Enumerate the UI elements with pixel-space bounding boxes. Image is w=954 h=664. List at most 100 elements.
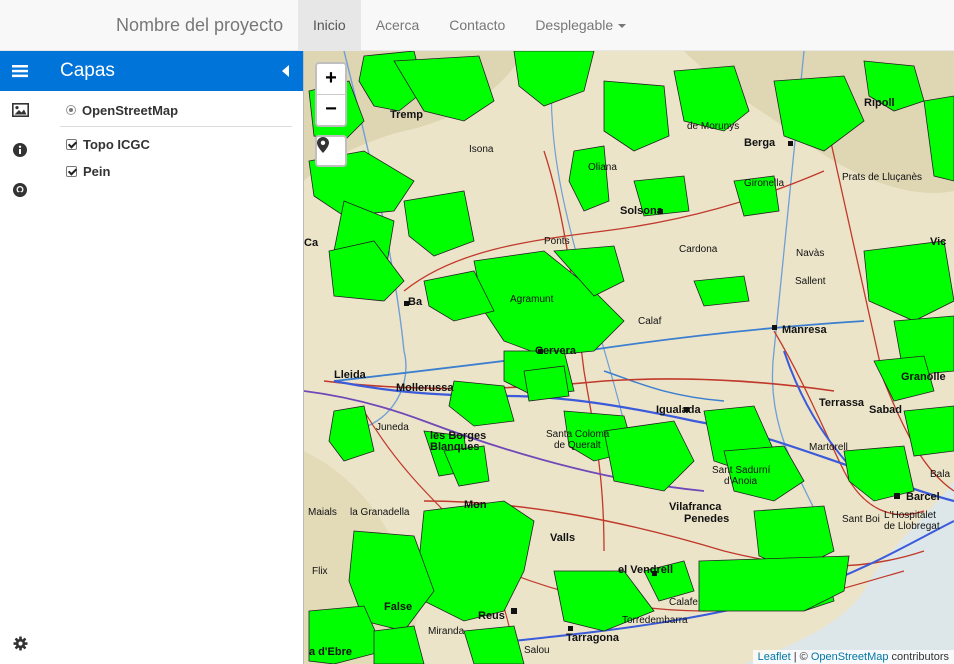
place-label: de Morunys: [687, 121, 740, 132]
place-label: Sant Sadurní: [712, 465, 771, 476]
zoom-out-button[interactable]: −: [317, 95, 345, 125]
place-label: Navàs: [796, 248, 825, 259]
zoom-in-button[interactable]: +: [317, 64, 345, 95]
place-label: el Vendrell: [618, 564, 674, 576]
place-label: Miranda: [428, 626, 465, 637]
place-label: Tremp: [390, 109, 424, 121]
place-label: Salou: [524, 645, 550, 656]
place-label: Granolle: [901, 371, 946, 383]
place-label: Prats de Lluçanès: [842, 172, 923, 183]
place-label: Calaf: [638, 316, 662, 327]
place-label: Ponts: [544, 236, 570, 247]
place-label: Bala: [930, 469, 951, 480]
radio-button[interactable]: [66, 105, 76, 115]
place-label: Solsona: [620, 205, 663, 217]
place-label: Reus: [478, 610, 505, 622]
panel-header: Capas: [40, 51, 303, 91]
overlay-topo-icgc[interactable]: Topo ICGC: [66, 133, 286, 155]
zoom-control: + −: [315, 62, 347, 127]
overlay-label: Pein: [83, 163, 111, 179]
place-label: False: [384, 601, 413, 613]
place-label: Sallent: [795, 276, 826, 287]
tab-settings[interactable]: [0, 623, 40, 663]
place-label: Calafe: [669, 597, 698, 608]
github-icon: [13, 183, 27, 197]
place-label: Vilafranca: [669, 501, 722, 513]
base-layer-label: OpenStreetMap: [82, 102, 179, 118]
place-label: Agramunt: [510, 294, 554, 305]
tab-github[interactable]: [0, 170, 40, 210]
place-label: Lleida: [334, 369, 366, 381]
place-label: Penedes: [684, 513, 730, 525]
attribution-suffix: contributors: [888, 651, 949, 663]
navbar-menu: Inicio Acerca Contacto Desplegable: [298, 0, 641, 51]
place-label: Tarragona: [566, 632, 619, 644]
navbar-brand[interactable]: Nombre del proyecto: [116, 15, 283, 36]
tab-image[interactable]: [0, 90, 40, 130]
place-label: Manresa: [782, 324, 827, 336]
checkbox[interactable]: [66, 165, 77, 177]
place-label: Vic: [930, 236, 947, 248]
nav-acerca[interactable]: Acerca: [361, 0, 435, 51]
place-label: Gironella: [744, 178, 785, 189]
osm-link[interactable]: OpenStreetMap: [811, 651, 889, 663]
image-icon: [11, 103, 29, 117]
place-label: la Granadella: [350, 507, 410, 518]
info-icon: [13, 143, 27, 157]
place-label: Mon: [464, 499, 487, 511]
nav-contacto[interactable]: Contacto: [434, 0, 520, 51]
place-label: Juneda: [376, 422, 409, 433]
place-label: Sant Boi: [842, 514, 880, 525]
map-attribution: Leaflet | © OpenStreetMap contributors: [752, 650, 954, 664]
place-label: Blanques: [430, 441, 480, 453]
leaflet-link[interactable]: Leaflet: [758, 651, 791, 663]
navbar: Nombre del proyecto Inicio Acerca Contac…: [0, 0, 954, 51]
place-label: Cervera: [535, 345, 576, 357]
place-label: Ba: [408, 296, 423, 308]
place-label: Cardona: [679, 244, 718, 255]
place-label: Oliana: [588, 162, 617, 173]
base-layer-osm[interactable]: OpenStreetMap: [66, 99, 286, 121]
place-label: Igualada: [656, 404, 701, 416]
place-label: L'Hospitalet: [884, 510, 936, 521]
tab-info[interactable]: [0, 130, 40, 170]
tab-layers[interactable]: [0, 51, 40, 91]
place-label: Flix: [312, 566, 328, 577]
layers-control: OpenStreetMap Topo ICGC Pein: [60, 99, 292, 182]
place-label: de Queralt: [554, 440, 601, 451]
overlay-label: Topo ICGC: [83, 136, 150, 152]
sidebar-tabs: [0, 51, 40, 664]
place-label: Isona: [469, 144, 494, 155]
nav-desplegable[interactable]: Desplegable: [520, 0, 641, 51]
place-label: Maials: [308, 507, 337, 518]
place-label: de Llobregat: [884, 521, 940, 532]
place-label: Martorell: [809, 442, 848, 453]
gear-icon: [12, 635, 28, 651]
checkbox[interactable]: [66, 138, 77, 150]
place-label: Berga: [744, 137, 776, 149]
place-label: a d'Ebre: [309, 646, 352, 658]
nav-desplegable-label: Desplegable: [535, 17, 614, 33]
attribution-separator: | ©: [790, 651, 811, 663]
place-label: Santa Coloma: [546, 429, 610, 440]
sidebar: Capas OpenStreetMap Topo ICGC Pein: [0, 51, 304, 664]
caret-down-icon: [618, 24, 627, 29]
locate-button[interactable]: [315, 135, 347, 167]
nav-inicio[interactable]: Inicio: [298, 0, 361, 51]
place-label: Sabad: [869, 404, 903, 416]
place-label: Torredembarra: [622, 615, 688, 626]
map-marker-icon: [317, 137, 329, 153]
place-label: Ripoll: [864, 97, 895, 109]
place-label: d'Anoia: [724, 476, 758, 487]
panel-title: Capas: [60, 60, 115, 81]
overlay-pein[interactable]: Pein: [66, 160, 286, 182]
place-label: Barcel: [906, 491, 940, 503]
layers-separator: [60, 126, 292, 127]
collapse-icon[interactable]: [282, 65, 289, 77]
place-label: Terrassa: [819, 397, 865, 409]
place-label: Mollerussa: [396, 382, 454, 394]
map[interactable]: Tremp Isona Oliana Solsona Cardona Berga…: [304, 51, 954, 664]
place-label: Ca: [304, 237, 319, 249]
place-label: Valls: [550, 532, 576, 544]
menu-icon: [12, 65, 28, 78]
